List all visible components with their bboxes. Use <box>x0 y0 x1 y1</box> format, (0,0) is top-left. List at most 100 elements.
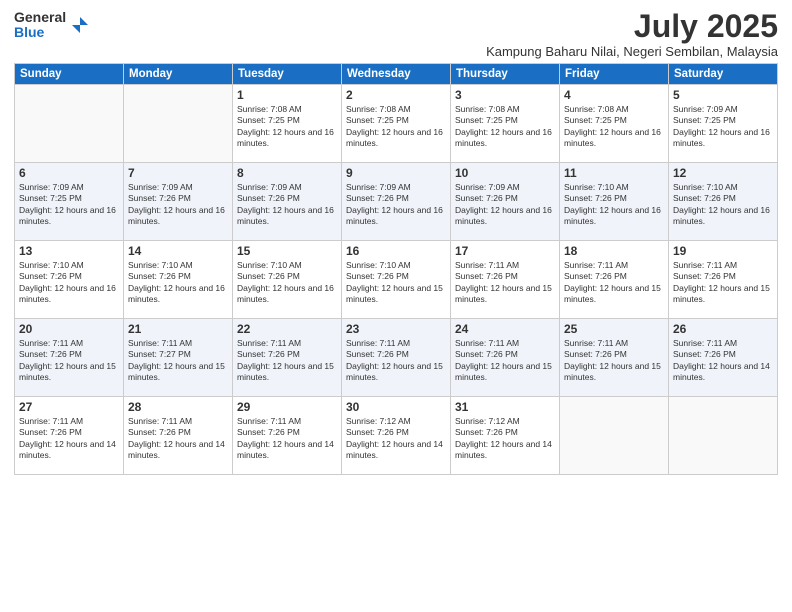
day-number: 1 <box>237 88 337 102</box>
table-row: 29 Sunrise: 7:11 AM Sunset: 7:26 PM Dayli… <box>233 397 342 475</box>
week-row-3: 13 Sunrise: 7:10 AM Sunset: 7:26 PM Dayli… <box>15 241 778 319</box>
table-row: 10 Sunrise: 7:09 AM Sunset: 7:26 PM Dayli… <box>451 163 560 241</box>
day-number: 22 <box>237 322 337 336</box>
day-info: Sunrise: 7:09 AM Sunset: 7:26 PM Dayligh… <box>128 182 228 228</box>
table-row: 8 Sunrise: 7:09 AM Sunset: 7:26 PM Daylig… <box>233 163 342 241</box>
col-monday: Monday <box>124 64 233 85</box>
day-info: Sunrise: 7:10 AM Sunset: 7:26 PM Dayligh… <box>673 182 773 228</box>
day-info: Sunrise: 7:09 AM Sunset: 7:26 PM Dayligh… <box>237 182 337 228</box>
day-number: 8 <box>237 166 337 180</box>
day-info: Sunrise: 7:12 AM Sunset: 7:26 PM Dayligh… <box>346 416 446 462</box>
day-number: 2 <box>346 88 446 102</box>
day-info: Sunrise: 7:08 AM Sunset: 7:25 PM Dayligh… <box>237 104 337 150</box>
table-row: 27Sunrise: 7:11 AM Sunset: 7:26 PM Dayli… <box>15 397 124 475</box>
table-row: 15Sunrise: 7:10 AM Sunset: 7:26 PM Dayli… <box>233 241 342 319</box>
col-saturday: Saturday <box>669 64 778 85</box>
day-info: Sunrise: 7:08 AM Sunset: 7:25 PM Dayligh… <box>455 104 555 150</box>
day-number: 20 <box>19 322 119 336</box>
table-row: 17 Sunrise: 7:11 AM Sunset: 7:26 PM Dayli… <box>451 241 560 319</box>
table-row: 13 Sunrise: 7:10 AM Sunset: 7:26 PM Dayli… <box>15 241 124 319</box>
day-number: 30 <box>346 400 446 414</box>
day-number: 11 <box>564 166 664 180</box>
day-info: Sunrise: 7:11 AM Sunset: 7:26 PM Dayligh… <box>237 416 337 462</box>
day-info: Sunrise: 7:11 AM Sunset: 7:26 PM Dayligh… <box>564 338 664 384</box>
logo: General Blue <box>14 10 90 41</box>
day-info: Sunrise: 7:11 AM Sunset: 7:26 PM Dayligh… <box>19 416 119 462</box>
day-number: 29 <box>237 400 337 414</box>
day-info: Sunrise: 7:10 AM Sunset: 7:26 PM Dayligh… <box>564 182 664 228</box>
table-row: 14Sunrise: 7:10 AM Sunset: 7:26 PM Dayli… <box>124 241 233 319</box>
day-info: Sunrise: 7:11 AM Sunset: 7:26 PM Dayligh… <box>673 338 773 384</box>
table-row: 20 Sunrise: 7:11 AM Sunset: 7:26 PM Dayli… <box>15 319 124 397</box>
day-info: Sunrise: 7:10 AM Sunset: 7:26 PM Dayligh… <box>19 260 119 306</box>
day-number: 3 <box>455 88 555 102</box>
table-row: 24 Sunrise: 7:11 AM Sunset: 7:26 PM Dayli… <box>451 319 560 397</box>
table-row: 23 Sunrise: 7:11 AM Sunset: 7:26 PM Dayli… <box>342 319 451 397</box>
day-number: 9 <box>346 166 446 180</box>
day-number: 21 <box>128 322 228 336</box>
table-row <box>669 397 778 475</box>
table-row: 4 Sunrise: 7:08 AM Sunset: 7:25 PM Daylig… <box>560 85 669 163</box>
day-number: 24 <box>455 322 555 336</box>
day-info: Sunrise: 7:11 AM Sunset: 7:26 PM Dayligh… <box>455 338 555 384</box>
table-row: 21 Sunrise: 7:11 AM Sunset: 7:27 PM Dayli… <box>124 319 233 397</box>
day-info: Sunrise: 7:11 AM Sunset: 7:26 PM Dayligh… <box>346 338 446 384</box>
month-title: July 2025 <box>486 10 778 42</box>
table-row: 25 Sunrise: 7:11 AM Sunset: 7:26 PM Dayli… <box>560 319 669 397</box>
week-row-5: 27Sunrise: 7:11 AM Sunset: 7:26 PM Dayli… <box>15 397 778 475</box>
day-info: Sunrise: 7:09 AM Sunset: 7:26 PM Dayligh… <box>346 182 446 228</box>
calendar-table: Sunday Monday Tuesday Wednesday Thursday… <box>14 63 778 475</box>
day-info: Sunrise: 7:11 AM Sunset: 7:26 PM Dayligh… <box>19 338 119 384</box>
day-number: 13 <box>19 244 119 258</box>
day-info: Sunrise: 7:11 AM Sunset: 7:26 PM Dayligh… <box>564 260 664 306</box>
day-number: 6 <box>19 166 119 180</box>
day-number: 17 <box>455 244 555 258</box>
week-row-4: 20 Sunrise: 7:11 AM Sunset: 7:26 PM Dayli… <box>15 319 778 397</box>
day-number: 4 <box>564 88 664 102</box>
day-number: 25 <box>564 322 664 336</box>
day-info: Sunrise: 7:12 AM Sunset: 7:26 PM Dayligh… <box>455 416 555 462</box>
day-info: Sunrise: 7:11 AM Sunset: 7:26 PM Dayligh… <box>455 260 555 306</box>
week-row-2: 6Sunrise: 7:09 AM Sunset: 7:25 PM Daylig… <box>15 163 778 241</box>
logo-general: General <box>14 10 66 25</box>
subtitle: Kampung Baharu Nilai, Negeri Sembilan, M… <box>486 44 778 59</box>
day-info: Sunrise: 7:11 AM Sunset: 7:26 PM Dayligh… <box>673 260 773 306</box>
calendar-page: General Blue July 2025 Kampung Baharu Ni… <box>0 0 792 612</box>
col-wednesday: Wednesday <box>342 64 451 85</box>
day-number: 23 <box>346 322 446 336</box>
day-info: Sunrise: 7:09 AM Sunset: 7:26 PM Dayligh… <box>455 182 555 228</box>
logo-blue: Blue <box>14 25 66 40</box>
day-info: Sunrise: 7:09 AM Sunset: 7:25 PM Dayligh… <box>673 104 773 150</box>
table-row: 30 Sunrise: 7:12 AM Sunset: 7:26 PM Dayli… <box>342 397 451 475</box>
week-row-1: 1 Sunrise: 7:08 AM Sunset: 7:25 PM Daylig… <box>15 85 778 163</box>
col-friday: Friday <box>560 64 669 85</box>
day-info: Sunrise: 7:10 AM Sunset: 7:26 PM Dayligh… <box>346 260 446 306</box>
col-tuesday: Tuesday <box>233 64 342 85</box>
day-number: 31 <box>455 400 555 414</box>
table-row: 22 Sunrise: 7:11 AM Sunset: 7:26 PM Dayli… <box>233 319 342 397</box>
day-info: Sunrise: 7:11 AM Sunset: 7:26 PM Dayligh… <box>237 338 337 384</box>
table-row: 16 Sunrise: 7:10 AM Sunset: 7:26 PM Dayli… <box>342 241 451 319</box>
table-row <box>560 397 669 475</box>
table-row: 28Sunrise: 7:11 AM Sunset: 7:26 PM Dayli… <box>124 397 233 475</box>
table-row: 5 Sunrise: 7:09 AM Sunset: 7:25 PM Daylig… <box>669 85 778 163</box>
day-number: 7 <box>128 166 228 180</box>
day-number: 19 <box>673 244 773 258</box>
day-number: 16 <box>346 244 446 258</box>
logo-text: General Blue <box>14 10 66 41</box>
table-row: 11 Sunrise: 7:10 AM Sunset: 7:26 PM Dayli… <box>560 163 669 241</box>
col-thursday: Thursday <box>451 64 560 85</box>
day-info: Sunrise: 7:11 AM Sunset: 7:26 PM Dayligh… <box>128 416 228 462</box>
table-row: 6Sunrise: 7:09 AM Sunset: 7:25 PM Daylig… <box>15 163 124 241</box>
table-row <box>15 85 124 163</box>
table-row: 31 Sunrise: 7:12 AM Sunset: 7:26 PM Dayli… <box>451 397 560 475</box>
day-number: 10 <box>455 166 555 180</box>
header: General Blue July 2025 Kampung Baharu Ni… <box>14 10 778 59</box>
day-info: Sunrise: 7:11 AM Sunset: 7:27 PM Dayligh… <box>128 338 228 384</box>
day-number: 5 <box>673 88 773 102</box>
table-row: 2Sunrise: 7:08 AM Sunset: 7:25 PM Daylig… <box>342 85 451 163</box>
table-row: 9 Sunrise: 7:09 AM Sunset: 7:26 PM Daylig… <box>342 163 451 241</box>
day-info: Sunrise: 7:08 AM Sunset: 7:25 PM Dayligh… <box>564 104 664 150</box>
logo-icon <box>70 15 90 35</box>
table-row: 18Sunrise: 7:11 AM Sunset: 7:26 PM Dayli… <box>560 241 669 319</box>
